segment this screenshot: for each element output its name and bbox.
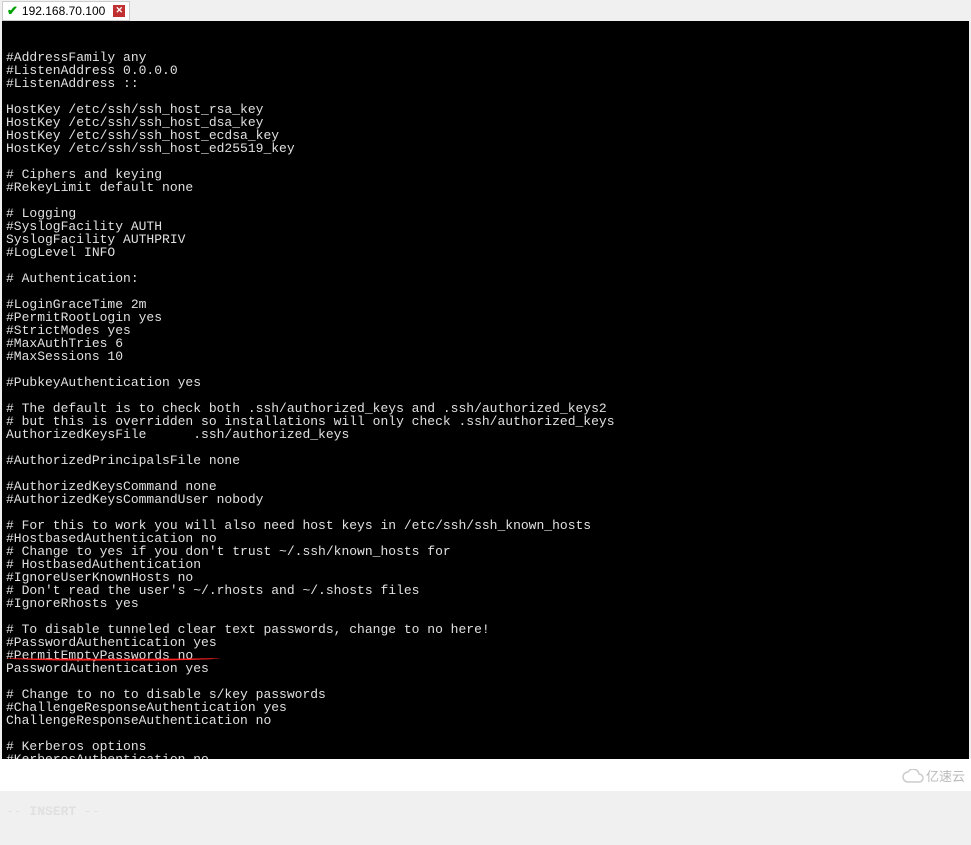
terminal-line: #RekeyLimit default none	[6, 181, 965, 194]
tab-host-label: 192.168.70.100	[22, 4, 105, 18]
watermark: 亿速云	[902, 766, 965, 785]
editor-status-line: -- INSERT --	[6, 805, 965, 818]
terminal-line: #IgnoreRhosts yes	[6, 597, 965, 610]
terminal-line: #PermitRootLogin yes	[6, 311, 965, 324]
terminal-editor[interactable]: #AddressFamily any#ListenAddress 0.0.0.0…	[2, 21, 969, 759]
terminal-line: HostKey /etc/ssh/ssh_host_ed25519_key	[6, 142, 965, 155]
connected-check-icon: ✔	[7, 3, 18, 19]
close-icon[interactable]: ✕	[113, 5, 125, 17]
terminal-line: # Authentication:	[6, 272, 965, 285]
terminal-line: #AuthorizedKeysCommandUser nobody	[6, 493, 965, 506]
terminal-line: #StrictModes yes	[6, 324, 965, 337]
terminal-line: #ListenAddress ::	[6, 77, 965, 90]
session-tab[interactable]: ✔ 192.168.70.100 ✕	[2, 1, 130, 21]
tab-bar: ✔ 192.168.70.100 ✕	[0, 0, 971, 21]
terminal-line: #AuthorizedPrincipalsFile none	[6, 454, 965, 467]
terminal-line: PasswordAuthentication yes	[6, 662, 965, 675]
terminal-line: #MaxSessions 10	[6, 350, 965, 363]
terminal-line: #MaxAuthTries 6	[6, 337, 965, 350]
terminal-line	[6, 285, 965, 298]
terminal-line: #ListenAddress 0.0.0.0	[6, 64, 965, 77]
terminal-line	[6, 727, 965, 740]
terminal-line: # Don't read the user's ~/.rhosts and ~/…	[6, 584, 965, 597]
terminal-line: #PubkeyAuthentication yes	[6, 376, 965, 389]
terminal-line: AuthorizedKeysFile .ssh/authorized_keys	[6, 428, 965, 441]
terminal-line: #LogLevel INFO	[6, 246, 965, 259]
terminal-line: ChallengeResponseAuthentication no	[6, 714, 965, 727]
bottom-strip	[0, 759, 971, 791]
terminal-line	[6, 194, 965, 207]
terminal-line	[6, 259, 965, 272]
watermark-text: 亿速云	[926, 766, 965, 785]
terminal-line: SyslogFacility AUTHPRIV	[6, 233, 965, 246]
